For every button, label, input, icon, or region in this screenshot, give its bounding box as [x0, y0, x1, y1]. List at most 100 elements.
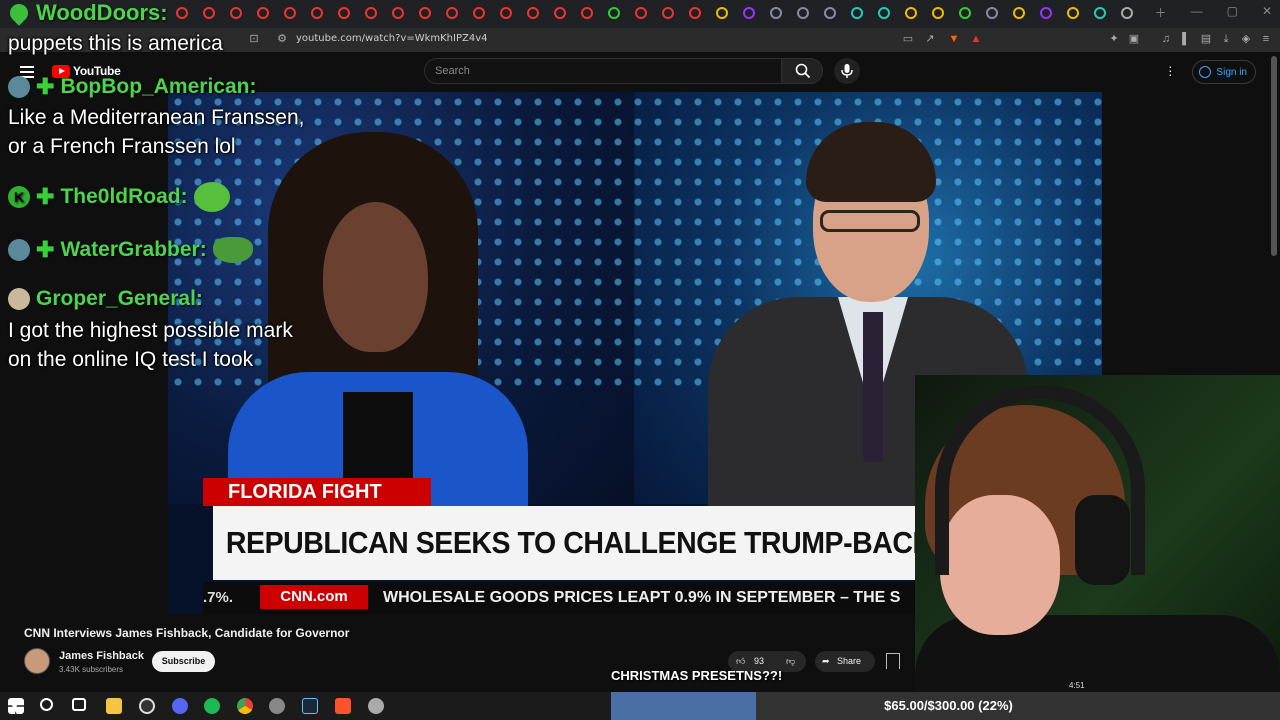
tab-icon[interactable]	[959, 7, 971, 19]
tab-icon[interactable]	[446, 7, 458, 19]
cnn-logo: CNN.com	[260, 585, 368, 609]
tab-icon[interactable]	[392, 7, 404, 19]
sign-in-button[interactable]: Sign in	[1192, 60, 1256, 84]
tab-icon[interactable]	[365, 7, 377, 19]
media-icon[interactable]: ♫	[1160, 33, 1172, 45]
tab-icon[interactable]	[824, 7, 836, 19]
tab-search-icon[interactable]: ▣	[1128, 33, 1140, 45]
tab-icon[interactable]	[851, 7, 863, 19]
brave-rewards-icon[interactable]: ▲	[970, 33, 982, 45]
browser-tab-strip: ＋ — ▢ ✕	[0, 0, 1280, 28]
windows-start-icon[interactable]	[8, 698, 24, 714]
app-icon[interactable]	[368, 698, 384, 714]
ticker-text: WHOLESALE GOODS PRICES LEAPT 0.9% IN SEP…	[383, 589, 901, 606]
tab-icon[interactable]	[932, 7, 944, 19]
tab-icon[interactable]	[662, 7, 674, 19]
chat-username: WoodDoors:	[36, 0, 168, 25]
tab-icon[interactable]	[797, 7, 809, 19]
channel-name[interactable]: James Fishback	[59, 650, 144, 662]
tab-icon[interactable]	[500, 7, 512, 19]
tab-icon[interactable]	[527, 7, 539, 19]
tab-icon[interactable]	[905, 7, 917, 19]
streamer-webcam: 4:51	[915, 375, 1280, 695]
tab-icon[interactable]	[473, 7, 485, 19]
file-explorer-icon[interactable]	[106, 698, 122, 714]
tab-icon[interactable]	[1040, 7, 1052, 19]
chat-message: or a French Franssen lol	[8, 135, 236, 158]
tab-icon[interactable]	[608, 7, 620, 19]
tab-icon[interactable]	[689, 7, 701, 19]
share-button[interactable]: ➦ Share	[815, 651, 875, 672]
menu-icon[interactable]: ≡	[1260, 33, 1272, 45]
microphone-icon	[841, 64, 853, 78]
tab-icon[interactable]	[176, 7, 188, 19]
tab-icon[interactable]	[635, 7, 647, 19]
site-info-icon[interactable]: ⚙	[276, 33, 288, 45]
tab-icon[interactable]	[554, 7, 566, 19]
brave-shield-icon[interactable]: ▼	[948, 33, 960, 45]
channel-avatar[interactable]	[24, 648, 50, 674]
voice-search-button[interactable]	[834, 58, 860, 84]
tab-icon[interactable]	[716, 7, 728, 19]
vpn-icon[interactable]: ◈	[1240, 33, 1252, 45]
save-icon[interactable]	[886, 653, 900, 669]
avatar	[8, 76, 30, 98]
chat-username: The0ldRoad:	[60, 185, 188, 208]
close-icon[interactable]: ✕	[1262, 4, 1272, 21]
app-icon[interactable]	[269, 698, 285, 714]
plus-badge-icon: ✚	[36, 237, 55, 262]
page-scrollbar[interactable]	[1271, 56, 1277, 256]
tab-icon[interactable]	[230, 7, 242, 19]
share-page-icon[interactable]: ↗	[924, 33, 936, 45]
url-field[interactable]: youtube.com/watch?v=WkmKhIPZ4v4	[296, 33, 488, 44]
tab-icon[interactable]	[338, 7, 350, 19]
tab-icon[interactable]	[581, 7, 593, 19]
sick-emote-icon	[193, 182, 230, 212]
search-placeholder: Search	[435, 65, 470, 77]
discord-icon[interactable]	[172, 698, 188, 714]
tab-icon[interactable]	[878, 7, 890, 19]
goal-text: $65.00/$300.00 (22%)	[884, 698, 1013, 713]
steam-icon[interactable]	[302, 698, 318, 714]
account-icon	[1199, 66, 1211, 78]
chat-username: BopBop_American:	[60, 75, 257, 98]
download-icon[interactable]: ⤓	[1220, 33, 1232, 45]
tab-icon[interactable]	[1094, 7, 1106, 19]
dislike-icon[interactable]: 👎︎	[786, 651, 795, 672]
tab-icon[interactable]	[257, 7, 269, 19]
tab-icon[interactable]	[1067, 7, 1079, 19]
extensions-icon[interactable]: ✦	[1108, 33, 1120, 45]
subscribe-button[interactable]: Subscribe	[152, 651, 215, 672]
brave-icon[interactable]	[335, 698, 351, 714]
chat-message: I got the highest possible mark	[8, 319, 293, 342]
search-button[interactable]	[781, 58, 823, 84]
chat-header-user: WoodDoors:	[6, 0, 168, 26]
tab-icon[interactable]	[284, 7, 296, 19]
sidebar-icon[interactable]: ▌	[1180, 33, 1192, 45]
spotify-icon[interactable]	[204, 698, 220, 714]
chrome-icon[interactable]	[237, 698, 253, 714]
new-tab-icon[interactable]: ＋	[1155, 4, 1167, 21]
tab-icon[interactable]	[986, 7, 998, 19]
maximize-icon[interactable]: ▢	[1227, 4, 1238, 21]
cast-icon[interactable]: ▭	[902, 33, 914, 45]
tab-icon[interactable]	[1013, 7, 1025, 19]
tab-icon[interactable]	[743, 7, 755, 19]
tab-icon[interactable]	[311, 7, 323, 19]
obs-icon[interactable]	[139, 698, 155, 714]
tab-icon[interactable]	[203, 7, 215, 19]
more-options-icon[interactable]: · · ·	[1168, 59, 1174, 81]
plus-badge-icon: ✚	[36, 184, 55, 209]
bookmark-icon[interactable]: ⊡	[248, 33, 260, 45]
donation-message: CHRISTMAS PRESETNS??!	[611, 668, 783, 683]
search-input[interactable]: Search	[424, 58, 782, 84]
share-icon: ➦	[822, 656, 830, 666]
minimize-icon[interactable]: —	[1191, 4, 1203, 21]
taskbar-search-icon[interactable]	[40, 698, 53, 711]
subscriber-count: 3.43K subscribers	[59, 665, 124, 674]
tab-icon[interactable]	[419, 7, 431, 19]
tab-icon[interactable]	[1121, 7, 1133, 19]
wallet-icon[interactable]: ▤	[1200, 33, 1212, 45]
task-view-icon[interactable]	[72, 698, 86, 711]
tab-icon[interactable]	[770, 7, 782, 19]
